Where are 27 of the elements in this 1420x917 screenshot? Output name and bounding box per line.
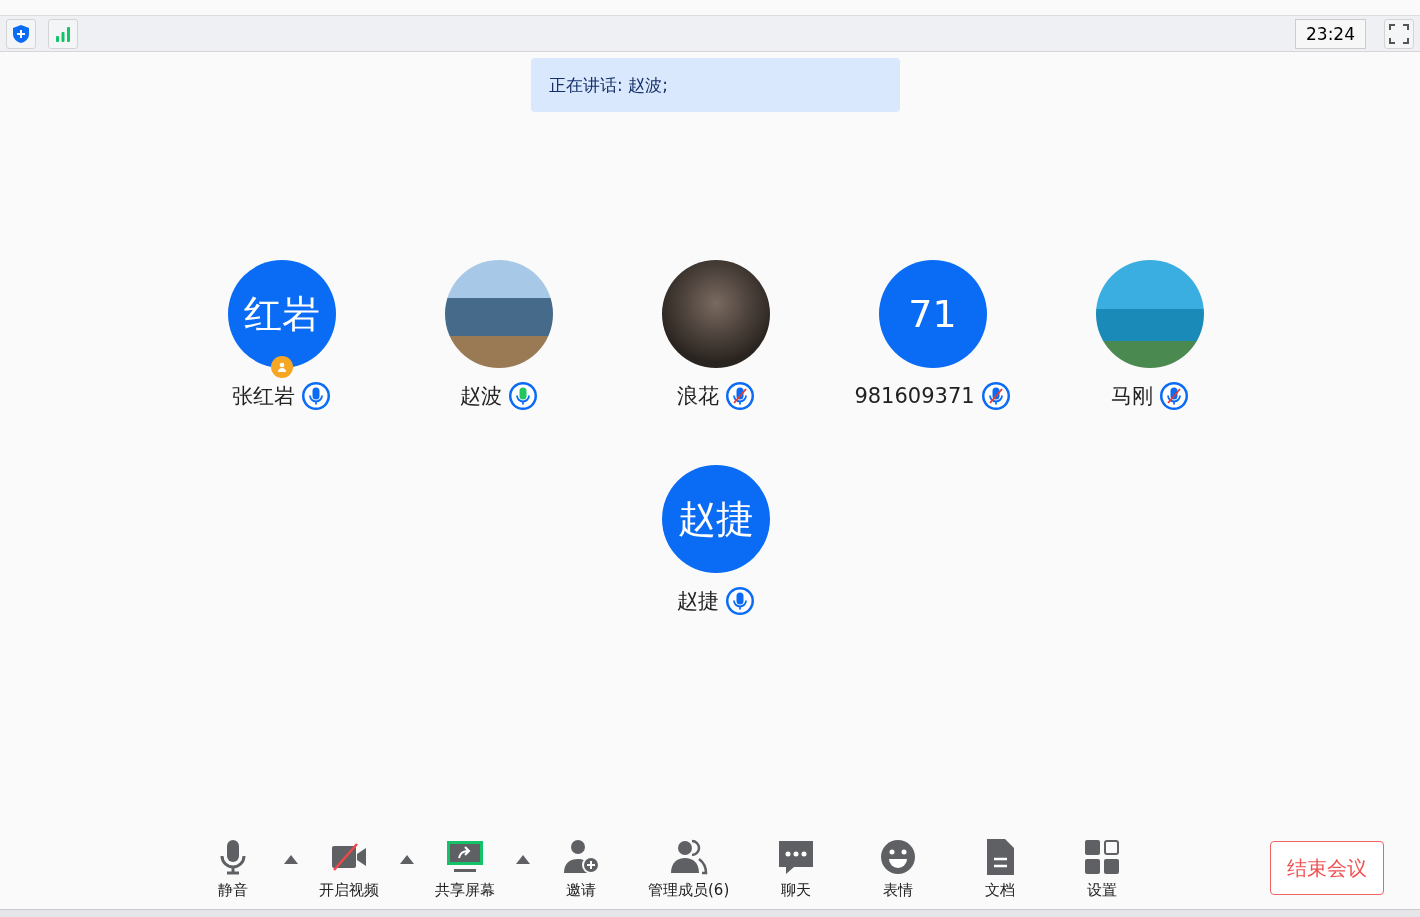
toolbar-button[interactable]: 静音 [198,837,268,900]
participant-name: 马刚 [1110,383,1153,410]
toolbar-button[interactable]: 文档 [965,837,1036,900]
fullscreen-icon[interactable] [1384,18,1414,49]
toolbar-button[interactable]: 表情 [863,837,934,900]
toolbar-button[interactable]: 管理成员(6) [648,837,730,900]
caret-icon[interactable] [516,855,530,864]
avatar-initials: 71 [878,260,987,368]
avatar-initials: 红岩 [227,260,336,368]
avatar-initials: 赵捷 [661,465,770,573]
toolbar-button[interactable]: 邀请 [546,837,616,900]
shield-icon[interactable] [6,18,36,49]
end-meeting-button[interactable]: 结束会议 [1270,841,1384,895]
toolbar-button[interactable]: 开启视频 [314,837,384,900]
participant-name: 张红岩 [232,383,295,410]
meeting-time: 23:24 [1295,18,1366,49]
participant-name: 赵捷 [676,588,719,615]
caret-icon[interactable] [400,855,414,864]
participant-name: 赵波 [459,383,502,410]
people-icon [668,837,709,877]
speaker-banner: 正在讲话: 赵波; [531,58,900,112]
participant-name: 浪花 [676,383,719,410]
participant-name: 981609371 [854,384,975,408]
caret-icon[interactable] [284,855,298,864]
toolbar-button[interactable]: 聊天 [761,837,832,900]
toolbar-button[interactable]: 共享屏幕 [430,837,500,900]
toolbar-button[interactable]: 设置 [1067,837,1138,900]
